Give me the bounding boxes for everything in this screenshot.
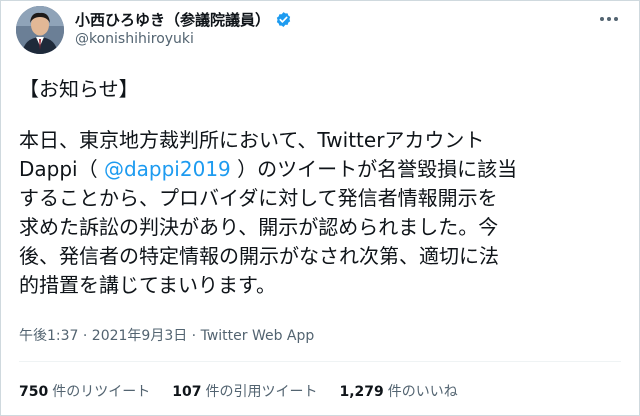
quotes-label: 件の引用ツイート [205,384,318,400]
tweet-heading: 【お知らせ】 [19,77,139,101]
retweets-label: 件のリツイート [52,384,151,400]
avatar-image [16,6,64,54]
tweet-line: 的措置を講じてまいります。 [19,273,276,297]
tweet-line: することから、プロバイダに対して発信者情報開示を [19,186,498,210]
retweets-count: 750 [19,384,49,400]
tweet-timestamp[interactable]: 午後1:37 · 2021年9月3日 · Twitter Web App [19,325,314,345]
retweets-stat[interactable]: 750 件のリツイート [19,381,150,401]
mention-link[interactable]: @dappi2019 [104,157,231,181]
tweet-line-with-mention: Dappi（ @dappi2019 ）のツイートが名誉毀損に該当 [19,155,619,184]
avatar[interactable] [16,6,64,54]
quotes-stat[interactable]: 107 件の引用ツイート [172,381,317,401]
author-display-name[interactable]: 小西ひろゆき（参議院議員） [75,9,270,30]
engagement-stats: 750 件のリツイート 107 件の引用ツイート 1,279 件のいいね [19,381,458,401]
tweet-line: 求めた訴訟の判決があり、開示が認められました。今 [19,215,499,239]
tweet-card: 小西ひろゆき（参議院議員） @konishihiroyuki 【お知らせ】 本日… [0,0,640,416]
quotes-count: 107 [172,384,202,400]
likes-stat[interactable]: 1,279 件のいいね [339,381,457,401]
likes-count: 1,279 [339,384,384,400]
tweet-line: 後、発信者の特定情報の開示がなされ次第、適切に法 [19,244,499,268]
tweet-text-fragment: ）のツイートが名誉毀損に該当 [230,157,518,181]
divider [19,361,621,362]
tweet-text-fragment: Dappi（ [19,157,104,181]
tweet-line: 本日、東京地方裁判所において、Twitterアカウント [19,128,485,152]
likes-label: 件のいいね [387,384,458,400]
tweet-text: 【お知らせ】 本日、東京地方裁判所において、Twitterアカウント Dappi… [19,75,619,300]
verified-badge-icon [275,11,292,28]
more-options-icon[interactable] [597,7,621,31]
author-handle[interactable]: @konishihiroyuki [75,31,194,47]
author-name-row: 小西ひろゆき（参議院議員） [75,8,292,30]
